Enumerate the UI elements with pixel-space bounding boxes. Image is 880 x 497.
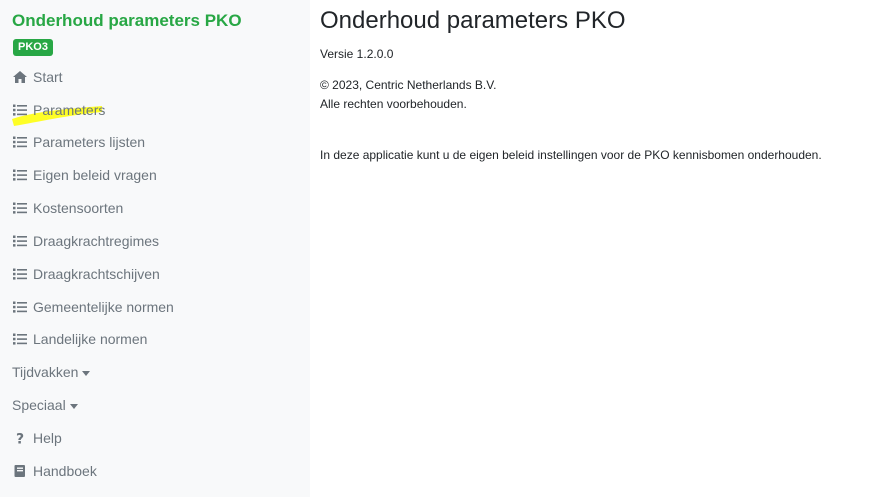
sidebar: Onderhoud parameters PKO PKO3 Start Para… xyxy=(0,0,310,497)
nav-item-gemeentelijke-normen[interactable]: Gemeentelijke normen xyxy=(12,296,174,318)
version-text: Versie 1.2.0.0 xyxy=(320,47,394,61)
nav-item-landelijke-normen[interactable]: Landelijke normen xyxy=(12,328,147,350)
nav-item-draagkrachtschijven[interactable]: Draagkrachtschijven xyxy=(12,263,160,285)
list-icon xyxy=(12,103,28,117)
main-content: Onderhoud parameters PKO Versie 1.2.0.0 … xyxy=(320,0,880,497)
nav-item-label: Eigen beleid vragen xyxy=(33,167,157,183)
list-icon xyxy=(12,168,28,182)
nav-item-label: Landelijke normen xyxy=(33,331,148,347)
copyright-text: © 2023, Centric Netherlands B.V. xyxy=(320,78,497,92)
nav-item-kostensoorten[interactable]: Kostensoorten xyxy=(12,197,123,219)
home-icon xyxy=(12,70,28,84)
question-icon: ? xyxy=(12,431,28,446)
caret-down-icon xyxy=(82,370,91,376)
nav-item-help[interactable]: ? Help xyxy=(12,427,62,449)
nav-item-eigen-beleid-vragen[interactable]: Eigen beleid vragen xyxy=(12,164,157,186)
app-brand[interactable]: Onderhoud parameters PKO xyxy=(12,11,242,31)
nav-item-start[interactable]: Start xyxy=(12,66,63,88)
list-icon xyxy=(12,201,28,215)
book-icon xyxy=(12,464,28,478)
list-icon xyxy=(12,267,28,281)
nav-item-label: Help xyxy=(33,430,62,446)
nav-item-label: Kostensoorten xyxy=(33,200,124,216)
nav-dropdown-tijdvakken[interactable]: Tijdvakken xyxy=(12,361,91,383)
list-icon xyxy=(12,300,28,314)
nav-item-draagkrachtregimes[interactable]: Draagkrachtregimes xyxy=(12,230,159,252)
nav-item-label: Gemeentelijke normen xyxy=(33,299,174,315)
nav-item-label: Start xyxy=(33,69,63,85)
nav-item-handboek[interactable]: Handboek xyxy=(12,460,97,482)
nav-item-label: Speciaal xyxy=(12,397,66,413)
nav-dropdown-speciaal[interactable]: Speciaal xyxy=(12,394,78,416)
svg-text:?: ? xyxy=(16,432,24,446)
nav-item-label: Parameters xyxy=(33,102,106,118)
list-icon xyxy=(12,135,28,149)
description-text: In deze applicatie kunt u de eigen belei… xyxy=(320,148,822,162)
nav-item-label: Tijdvakken xyxy=(12,364,79,380)
list-icon xyxy=(12,332,28,346)
page-title: Onderhoud parameters PKO xyxy=(320,7,626,34)
nav-item-label: Handboek xyxy=(33,463,97,479)
list-icon xyxy=(12,234,28,248)
nav-item-label: Draagkrachtregimes xyxy=(33,233,160,249)
rights-text: Alle rechten voorbehouden. xyxy=(320,97,467,111)
caret-down-icon xyxy=(69,403,78,409)
nav-item-parameters-lijsten[interactable]: Parameters lijsten xyxy=(12,131,145,153)
app-badge: PKO3 xyxy=(13,39,53,56)
nav-item-label: Draagkrachtschijven xyxy=(33,266,160,282)
nav-item-label: Parameters lijsten xyxy=(33,134,146,150)
nav-item-parameters[interactable]: Parameters xyxy=(12,99,105,121)
